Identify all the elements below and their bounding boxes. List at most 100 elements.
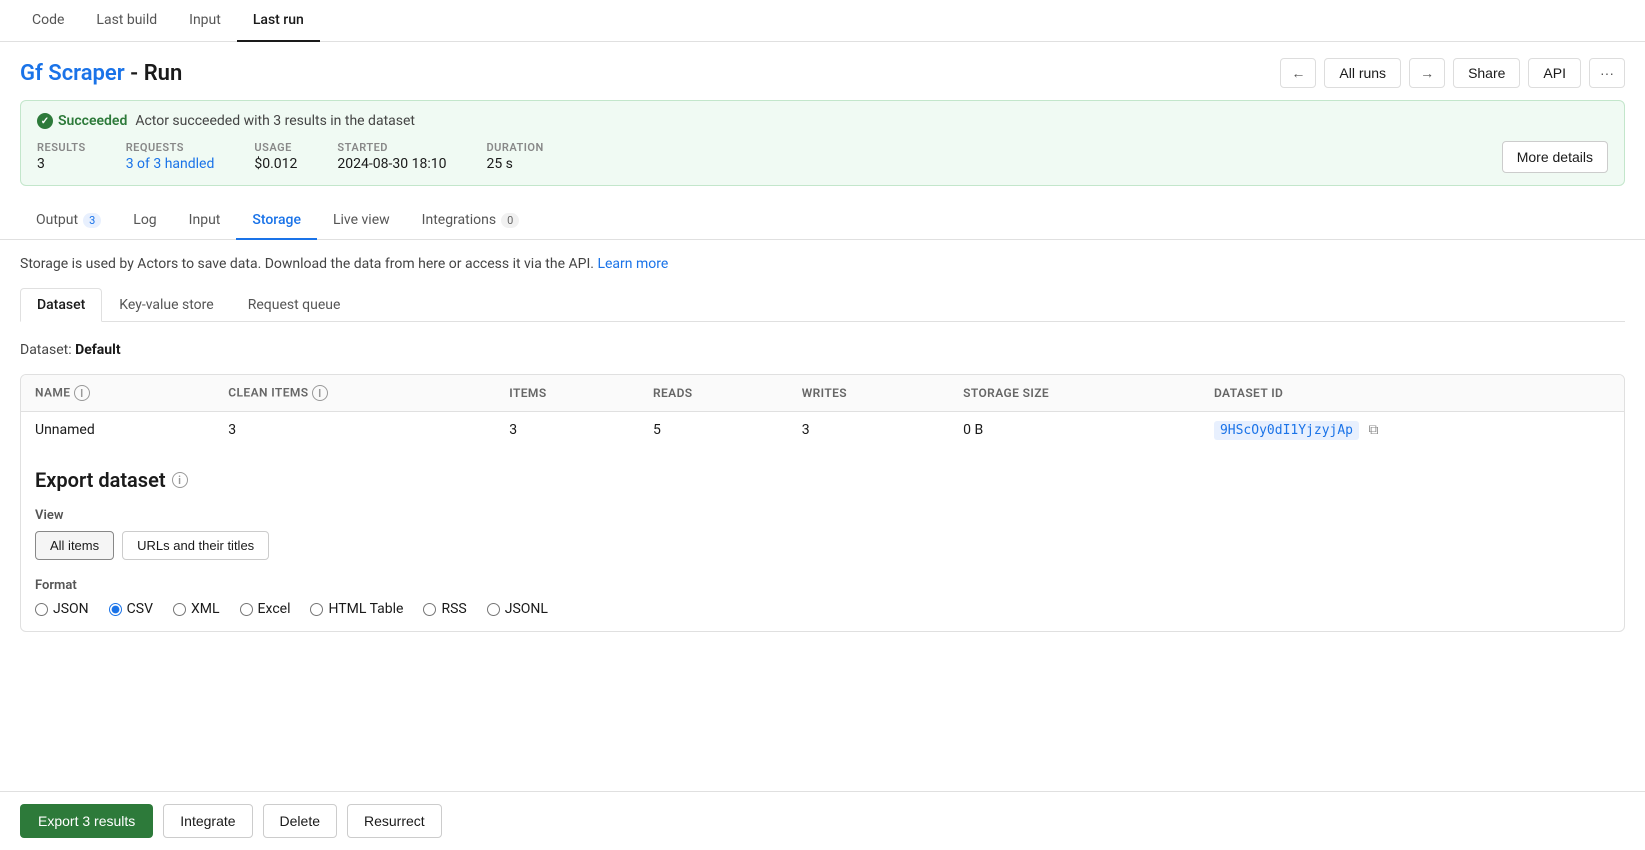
sub-tab-input[interactable]: Input xyxy=(173,202,237,240)
check-icon: ✓ xyxy=(37,113,53,129)
tab-last-build[interactable]: Last build xyxy=(80,0,173,42)
stat-started: STARTED 2024-08-30 18:10 xyxy=(337,141,446,172)
sub-tab-live-view[interactable]: Live view xyxy=(317,202,406,240)
export-section: Export dataset i View All items URLs and… xyxy=(21,448,1624,631)
api-button[interactable]: API xyxy=(1528,58,1581,88)
export-info-icon[interactable]: i xyxy=(172,472,188,488)
format-csv-radio[interactable] xyxy=(109,603,122,616)
sub-tab-storage-label: Storage xyxy=(252,212,301,228)
stats-row: RESULTS 3 REQUESTS 3 of 3 handled USAGE … xyxy=(37,141,1608,173)
output-badge: 3 xyxy=(83,213,101,228)
title-separator: - xyxy=(125,61,144,86)
stat-duration-value: 25 s xyxy=(486,156,543,172)
format-json[interactable]: JSON xyxy=(35,601,89,617)
sub-tab-log-label: Log xyxy=(133,212,156,228)
stat-usage-value: $0.012 xyxy=(254,156,297,172)
format-csv[interactable]: CSV xyxy=(109,601,153,617)
tab-code[interactable]: Code xyxy=(16,0,80,42)
format-rss[interactable]: RSS xyxy=(423,601,466,617)
table-header-row: NAME i CLEAN ITEMS i ITEMS READS WRITES … xyxy=(21,375,1624,412)
format-excel-radio[interactable] xyxy=(240,603,253,616)
stat-requests-label: REQUESTS xyxy=(126,141,215,154)
format-excel[interactable]: Excel xyxy=(240,601,291,617)
stat-requests-value[interactable]: 3 of 3 handled xyxy=(126,156,215,172)
stat-requests: REQUESTS 3 of 3 handled xyxy=(126,141,215,172)
top-tab-bar: Code Last build Input Last run xyxy=(0,0,1645,42)
sub-tab-output[interactable]: Output 3 xyxy=(20,202,117,240)
storage-tabs: Dataset Key-value store Request queue xyxy=(20,288,1625,322)
tab-input[interactable]: Input xyxy=(173,0,237,42)
more-details-button[interactable]: More details xyxy=(1502,141,1608,173)
stat-usage: USAGE $0.012 xyxy=(254,141,297,172)
col-writes: WRITES xyxy=(788,375,949,412)
sub-tab-storage[interactable]: Storage xyxy=(236,202,317,240)
format-html-radio[interactable] xyxy=(310,603,323,616)
next-button[interactable]: → xyxy=(1409,58,1445,88)
delete-button[interactable]: Delete xyxy=(263,804,337,838)
status-text: Succeeded xyxy=(58,113,127,129)
sub-tab-bar: Output 3 Log Input Storage Live view Int… xyxy=(0,202,1645,240)
status-banner: ✓ Succeeded Actor succeeded with 3 resul… xyxy=(20,100,1625,186)
col-storage-size: STORAGE SIZE xyxy=(949,375,1200,412)
sub-tab-live-view-label: Live view xyxy=(333,212,390,228)
bottom-bar: Export 3 results Integrate Delete Resurr… xyxy=(0,791,1645,850)
col-dataset-id: DATASET ID xyxy=(1200,375,1624,412)
stat-usage-label: USAGE xyxy=(254,141,297,154)
dataset-table-wrap: NAME i CLEAN ITEMS i ITEMS READS WRITES … xyxy=(20,374,1625,632)
col-name-info[interactable]: i xyxy=(74,385,90,401)
all-runs-button[interactable]: All runs xyxy=(1324,58,1401,88)
share-button[interactable]: Share xyxy=(1453,58,1520,88)
page-title: Gf Scraper - Run xyxy=(20,61,182,86)
format-jsonl[interactable]: JSONL xyxy=(487,601,548,617)
more-button[interactable]: ··· xyxy=(1589,58,1625,88)
col-clean-items-info[interactable]: i xyxy=(312,385,328,401)
page-header: Gf Scraper - Run ← All runs → Share API … xyxy=(0,42,1645,100)
learn-more-link[interactable]: Learn more xyxy=(597,256,668,272)
row-name: Unnamed xyxy=(21,412,214,449)
run-label: Run xyxy=(144,61,183,86)
format-xml-radio[interactable] xyxy=(173,603,186,616)
format-jsonl-radio[interactable] xyxy=(487,603,500,616)
integrate-button[interactable]: Integrate xyxy=(163,804,252,838)
row-writes: 3 xyxy=(788,412,949,449)
status-message: Actor succeeded with 3 results in the da… xyxy=(135,113,415,129)
main-content: Storage is used by Actors to save data. … xyxy=(0,240,1645,648)
actor-name[interactable]: Gf Scraper xyxy=(20,61,125,86)
row-clean-items: 3 xyxy=(214,412,495,449)
view-urls-titles[interactable]: URLs and their titles xyxy=(122,531,269,560)
stat-duration-label: DURATION xyxy=(486,141,543,154)
sub-tab-integrations-label: Integrations xyxy=(422,212,496,228)
copy-icon[interactable]: ⧉ xyxy=(1369,422,1379,438)
sub-tab-log[interactable]: Log xyxy=(117,202,172,240)
view-all-items[interactable]: All items xyxy=(35,531,114,560)
tab-last-run[interactable]: Last run xyxy=(237,0,320,42)
col-name: NAME i xyxy=(21,375,214,412)
sub-tab-integrations[interactable]: Integrations 0 xyxy=(406,202,536,240)
format-label: Format xyxy=(35,578,1610,593)
storage-tab-key-value[interactable]: Key-value store xyxy=(102,288,230,322)
integrations-badge: 0 xyxy=(501,213,519,228)
format-rss-radio[interactable] xyxy=(423,603,436,616)
storage-tab-dataset[interactable]: Dataset xyxy=(20,288,102,322)
col-clean-items: CLEAN ITEMS i xyxy=(214,375,495,412)
format-html-table[interactable]: HTML Table xyxy=(310,601,403,617)
header-actions: ← All runs → Share API ··· xyxy=(1280,58,1625,88)
dataset-table: NAME i CLEAN ITEMS i ITEMS READS WRITES … xyxy=(21,375,1624,448)
col-items: ITEMS xyxy=(495,375,639,412)
stat-started-label: STARTED xyxy=(337,141,446,154)
row-items: 3 xyxy=(495,412,639,449)
prev-button[interactable]: ← xyxy=(1280,58,1316,88)
resurrect-button[interactable]: Resurrect xyxy=(347,804,442,838)
export-button[interactable]: Export 3 results xyxy=(20,804,153,838)
stat-duration: DURATION 25 s xyxy=(486,141,543,172)
status-badge: ✓ Succeeded xyxy=(37,113,127,129)
col-reads: READS xyxy=(639,375,788,412)
dataset-label: Dataset: Default xyxy=(20,342,1625,358)
stat-results: RESULTS 3 xyxy=(37,141,86,172)
format-json-radio[interactable] xyxy=(35,603,48,616)
status-line: ✓ Succeeded Actor succeeded with 3 resul… xyxy=(37,113,1608,129)
format-xml[interactable]: XML xyxy=(173,601,220,617)
row-reads: 5 xyxy=(639,412,788,449)
dataset-id-value[interactable]: 9HScOy0dI1YjzyjAp xyxy=(1214,421,1359,440)
storage-tab-request-queue[interactable]: Request queue xyxy=(231,288,358,322)
